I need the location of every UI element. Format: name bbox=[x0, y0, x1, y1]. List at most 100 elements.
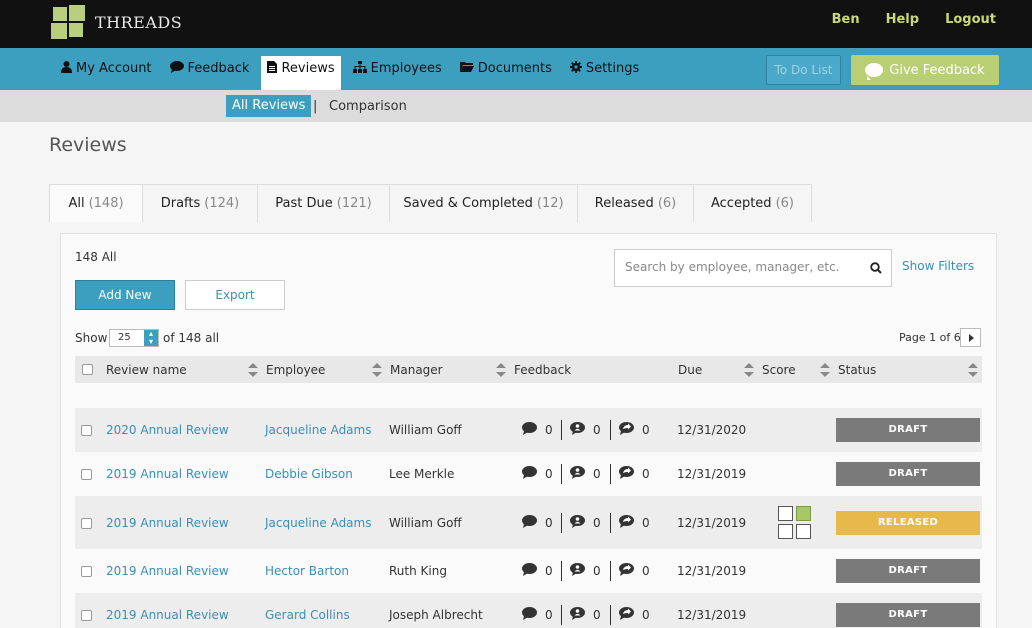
feedback-count-3[interactable]: 0 bbox=[619, 563, 650, 579]
show-filters-link[interactable]: Show Filters bbox=[902, 259, 974, 273]
sort-icon[interactable] bbox=[248, 363, 258, 377]
table-row[interactable]: 2019 Annual Review Jacqueline Adams Willia… bbox=[75, 496, 982, 549]
review-name-link[interactable]: 2020 Annual Review bbox=[106, 423, 229, 437]
tab-comparison[interactable]: Comparison bbox=[329, 99, 407, 114]
employee-link[interactable]: Debbie Gibson bbox=[265, 467, 353, 481]
nav-reviews[interactable]: Reviews bbox=[261, 56, 341, 90]
status-badge[interactable]: RELEASED bbox=[836, 511, 980, 535]
tab-saved-completed[interactable]: Saved & Completed (12) bbox=[389, 184, 578, 222]
threads-logo-icon[interactable] bbox=[51, 5, 87, 41]
next-page-button[interactable] bbox=[960, 328, 981, 347]
feedback-value: 0 bbox=[642, 467, 650, 481]
score-grid-icon[interactable] bbox=[778, 506, 814, 542]
review-name-link[interactable]: 2019 Annual Review bbox=[106, 608, 229, 622]
nav-feedback[interactable]: Feedback bbox=[164, 56, 256, 90]
feedback-divider bbox=[561, 513, 562, 533]
table-row[interactable]: 2019 Annual Review Hector Barton Ruth King… bbox=[75, 549, 982, 593]
tab-released[interactable]: Released (6) bbox=[577, 184, 694, 222]
status-badge[interactable]: DRAFT bbox=[836, 418, 980, 442]
to-do-list-button[interactable]: To Do List bbox=[766, 55, 841, 85]
search-input[interactable] bbox=[625, 260, 855, 274]
employee-link[interactable]: Jacqueline Adams bbox=[265, 516, 371, 530]
folder-icon bbox=[459, 62, 474, 72]
sort-icon[interactable] bbox=[820, 363, 830, 377]
col-manager[interactable]: Manager bbox=[390, 363, 443, 377]
employee-link[interactable]: Gerard Collins bbox=[265, 608, 350, 622]
row-checkbox[interactable] bbox=[81, 518, 92, 529]
feedback-count-3[interactable]: 0 bbox=[619, 466, 650, 482]
feedback-count-2[interactable]: 0 bbox=[570, 466, 601, 482]
tab-drafts[interactable]: Drafts (124) bbox=[142, 184, 258, 222]
tab-count: (121) bbox=[336, 196, 372, 211]
file-icon bbox=[267, 61, 278, 73]
feedback-divider bbox=[610, 513, 611, 533]
sort-icon[interactable] bbox=[968, 363, 978, 377]
col-status[interactable]: Status bbox=[838, 363, 876, 377]
give-feedback-button[interactable]: Give Feedback bbox=[851, 55, 999, 85]
feedback-count-2[interactable]: 0 bbox=[570, 515, 601, 531]
feedback-value: 0 bbox=[545, 608, 553, 622]
employee-link[interactable]: Hector Barton bbox=[265, 564, 349, 578]
add-new-button[interactable]: Add New bbox=[75, 280, 175, 310]
row-checkbox[interactable] bbox=[81, 469, 92, 480]
col-review-name[interactable]: Review name bbox=[106, 363, 187, 377]
table-row[interactable]: 2019 Annual Review Gerard Collins Joseph A… bbox=[75, 593, 982, 628]
status-badge[interactable]: DRAFT bbox=[836, 559, 980, 583]
feedback-count-2[interactable]: 0 bbox=[570, 422, 601, 438]
feedback-count-3[interactable]: 0 bbox=[619, 422, 650, 438]
nav-employees[interactable]: Employees bbox=[347, 56, 448, 90]
sort-icon[interactable] bbox=[496, 363, 506, 377]
person-bubble-icon bbox=[570, 607, 585, 623]
sort-icon[interactable] bbox=[744, 363, 754, 377]
status-badge[interactable]: DRAFT bbox=[836, 462, 980, 486]
select-all-checkbox[interactable] bbox=[82, 364, 93, 375]
brand-name[interactable]: THREADS bbox=[95, 13, 182, 32]
review-name-link[interactable]: 2019 Annual Review bbox=[106, 516, 229, 530]
user-link[interactable]: Ben bbox=[832, 12, 860, 27]
feedback-count-1[interactable]: 0 bbox=[522, 563, 553, 579]
nav-settings[interactable]: Settings bbox=[564, 56, 645, 90]
due-date: 12/31/2020 bbox=[677, 423, 747, 437]
review-name-link[interactable]: 2019 Annual Review bbox=[106, 564, 229, 578]
feedback-divider bbox=[610, 605, 611, 625]
feedback-count-3[interactable]: 0 bbox=[619, 607, 650, 623]
feedback-count-2[interactable]: 0 bbox=[570, 607, 601, 623]
status-badge[interactable]: DRAFT bbox=[836, 603, 980, 627]
feedback-count-1[interactable]: 0 bbox=[522, 422, 553, 438]
col-due[interactable]: Due bbox=[678, 363, 702, 377]
search-icon[interactable] bbox=[870, 262, 882, 274]
feedback-count-1[interactable]: 0 bbox=[522, 515, 553, 531]
col-feedback[interactable]: Feedback bbox=[514, 363, 571, 377]
feedback-value: 0 bbox=[545, 423, 553, 437]
nav-my-account[interactable]: My Account bbox=[55, 56, 158, 90]
employee-link[interactable]: Jacqueline Adams bbox=[265, 423, 371, 437]
nav-documents[interactable]: Documents bbox=[454, 56, 558, 90]
table-row[interactable]: 2020 Annual Review Jacqueline Adams Willia… bbox=[75, 408, 982, 452]
sort-icon[interactable] bbox=[372, 363, 382, 377]
feedback-count-3[interactable]: 0 bbox=[619, 515, 650, 531]
sitemap-icon bbox=[352, 61, 367, 73]
tab-label: Saved & Completed bbox=[403, 196, 533, 211]
page-info: Page 1 of 6 bbox=[899, 331, 961, 344]
table-row[interactable]: 2019 Annual Review Debbie Gibson Lee Merkl… bbox=[75, 452, 982, 496]
per-page-select[interactable]: 25 ▴ ▾ bbox=[109, 329, 159, 347]
export-button[interactable]: Export bbox=[185, 280, 285, 310]
tab-all[interactable]: All (148) bbox=[49, 184, 143, 222]
person-bubble-icon bbox=[570, 422, 585, 438]
tab-all-reviews[interactable]: All Reviews bbox=[226, 95, 312, 117]
tab-past-due[interactable]: Past Due (121) bbox=[257, 184, 390, 222]
feedback-count-1[interactable]: 0 bbox=[522, 607, 553, 623]
row-checkbox[interactable] bbox=[81, 610, 92, 621]
feedback-count-2[interactable]: 0 bbox=[570, 563, 601, 579]
help-link[interactable]: Help bbox=[886, 12, 919, 27]
search-box[interactable] bbox=[614, 249, 892, 287]
row-checkbox[interactable] bbox=[81, 425, 92, 436]
col-employee[interactable]: Employee bbox=[266, 363, 325, 377]
review-name-link[interactable]: 2019 Annual Review bbox=[106, 467, 229, 481]
col-score[interactable]: Score bbox=[762, 363, 796, 377]
row-checkbox[interactable] bbox=[81, 566, 92, 577]
tab-label: Drafts bbox=[160, 196, 201, 211]
logout-link[interactable]: Logout bbox=[945, 12, 996, 27]
tab-accepted[interactable]: Accepted (6) bbox=[693, 184, 812, 222]
feedback-count-1[interactable]: 0 bbox=[522, 466, 553, 482]
